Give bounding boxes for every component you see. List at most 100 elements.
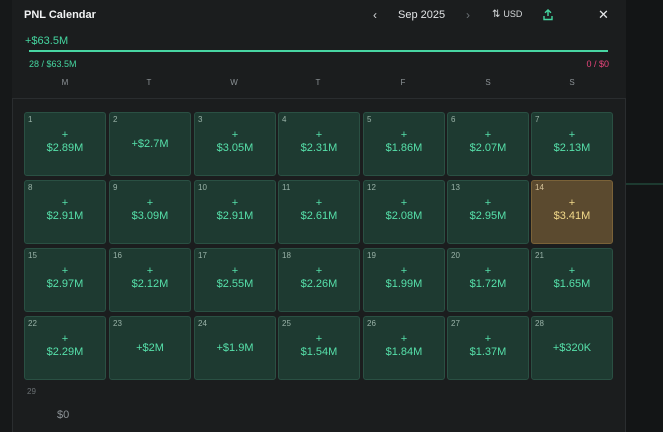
- day-cell[interactable]: 22 + $2.29M: [24, 316, 106, 380]
- day-cell[interactable]: 9 + $3.09M: [109, 180, 191, 244]
- weekday-header: M T W T F S S: [12, 78, 626, 96]
- day-cell[interactable]: 24 +$1.9M: [194, 316, 276, 380]
- pnl-amount: $1.99M: [385, 278, 423, 290]
- day-number: 13: [451, 183, 460, 192]
- day-number: 17: [198, 251, 207, 260]
- pnl-amount: $1.54M: [300, 346, 338, 358]
- day-cell[interactable]: 4 + $2.31M: [278, 112, 360, 176]
- pnl-amount: $1.72M: [469, 278, 507, 290]
- day-cell-empty[interactable]: 29 $0: [26, 386, 106, 426]
- day-pnl-value: + $2.89M: [25, 129, 105, 155]
- swap-arrows-icon: ⇅: [492, 9, 501, 20]
- day-number: 1: [28, 115, 33, 124]
- plus-sign: +: [484, 197, 492, 209]
- day-number: 29: [27, 387, 36, 396]
- plus-sign: +: [568, 265, 576, 277]
- day-pnl-value: + $3.05M: [195, 129, 275, 155]
- pnl-amount: $2.97M: [46, 278, 84, 290]
- day-cell[interactable]: 13 + $2.95M: [447, 180, 529, 244]
- day-cell[interactable]: 21 + $1.65M: [531, 248, 613, 312]
- pnl-amount: $2.08M: [385, 210, 423, 222]
- day-cell[interactable]: 7 + $2.13M: [531, 112, 613, 176]
- prev-month-button[interactable]: ‹: [373, 8, 377, 22]
- day-pnl-value: + $2.91M: [195, 197, 275, 223]
- pnl-amount: $1.84M: [385, 346, 423, 358]
- plus-sign: +: [146, 197, 154, 209]
- day-number: 18: [282, 251, 291, 260]
- day-cell[interactable]: 19 + $1.99M: [363, 248, 445, 312]
- total-pnl: +$63.5M: [25, 35, 69, 47]
- day-pnl-value: + $3.41M: [532, 197, 612, 223]
- day-cell[interactable]: 20 + $1.72M: [447, 248, 529, 312]
- plus-sign: +: [484, 265, 492, 277]
- day-cell[interactable]: 8 + $2.91M: [24, 180, 106, 244]
- pnl-amount: $2.13M: [553, 142, 591, 154]
- day-cell[interactable]: 27 + $1.37M: [447, 316, 529, 380]
- plus-sign: +: [61, 333, 69, 345]
- day-pnl-value: + $1.72M: [448, 265, 528, 291]
- plus-sign: +: [231, 129, 239, 141]
- day-cell[interactable]: 2 +$2.7M: [109, 112, 191, 176]
- day-number: 15: [28, 251, 37, 260]
- day-number: 12: [367, 183, 376, 192]
- day-cell[interactable]: 11 + $2.61M: [278, 180, 360, 244]
- day-number: 21: [535, 251, 544, 260]
- plus-sign: +: [315, 333, 323, 345]
- plus-sign: +: [315, 265, 323, 277]
- day-pnl-value: + $1.84M: [364, 333, 444, 359]
- pnl-amount: $1.65M: [553, 278, 591, 290]
- day-number: 16: [113, 251, 122, 260]
- plus-sign: +: [231, 265, 239, 277]
- day-cell[interactable]: 28 +$320K: [531, 316, 613, 380]
- day-pnl-value: +$2M: [110, 342, 190, 355]
- day-cell[interactable]: 1 + $2.89M: [24, 112, 106, 176]
- day-pnl-value: + $1.54M: [279, 333, 359, 359]
- day-cell[interactable]: 5 + $1.86M: [363, 112, 445, 176]
- day-cell[interactable]: 3 + $3.05M: [194, 112, 276, 176]
- day-pnl-value: + $2.08M: [364, 197, 444, 223]
- day-cell[interactable]: 16 + $2.12M: [109, 248, 191, 312]
- day-pnl-value: + $1.37M: [448, 333, 528, 359]
- pnl-amount: $3.05M: [216, 142, 254, 154]
- day-cell[interactable]: 10 + $2.91M: [194, 180, 276, 244]
- next-month-button[interactable]: ›: [466, 8, 470, 22]
- day-pnl-value: + $3.09M: [110, 197, 190, 223]
- profit-days-summary: 28 / $63.5M: [29, 59, 77, 69]
- day-pnl-value: + $2.91M: [25, 197, 105, 223]
- day-number: 11: [282, 183, 291, 192]
- weekday-label: S: [485, 78, 491, 87]
- plus-sign: +: [61, 197, 69, 209]
- header-divider: [12, 98, 626, 99]
- day-cell[interactable]: 12 + $2.08M: [363, 180, 445, 244]
- share-upload-icon[interactable]: [542, 9, 554, 21]
- day-cell[interactable]: 18 + $2.26M: [278, 248, 360, 312]
- close-icon[interactable]: ✕: [598, 7, 609, 23]
- pnl-amount: $2.55M: [216, 278, 254, 290]
- weekday-label: T: [315, 78, 321, 87]
- day-number: 5: [367, 115, 372, 124]
- day-pnl-value: + $2.95M: [448, 197, 528, 223]
- day-cell[interactable]: 6 + $2.07M: [447, 112, 529, 176]
- pnl-amount: $3.09M: [131, 210, 169, 222]
- day-cell[interactable]: 26 + $1.84M: [363, 316, 445, 380]
- weekday-label: T: [146, 78, 152, 87]
- day-cell[interactable]: 15 + $2.97M: [24, 248, 106, 312]
- currency-label: USD: [503, 9, 523, 19]
- day-cell[interactable]: 14 + $3.41M: [531, 180, 613, 244]
- panel-title: PNL Calendar: [24, 9, 96, 21]
- plus-sign: +: [400, 129, 408, 141]
- currency-toggle[interactable]: ⇅ USD: [492, 9, 522, 20]
- pnl-amount: +$320K: [552, 342, 592, 354]
- pnl-amount: $2.26M: [300, 278, 338, 290]
- day-cell[interactable]: 25 + $1.54M: [278, 316, 360, 380]
- day-pnl-value: + $2.12M: [110, 265, 190, 291]
- plus-sign: +: [484, 333, 492, 345]
- day-cell[interactable]: 23 +$2M: [109, 316, 191, 380]
- weekday-label: F: [400, 78, 406, 87]
- day-pnl-value: + $1.99M: [364, 265, 444, 291]
- day-number: 7: [535, 115, 540, 124]
- pnl-amount: $2.61M: [300, 210, 338, 222]
- day-number: 6: [451, 115, 456, 124]
- day-cell[interactable]: 17 + $2.55M: [194, 248, 276, 312]
- day-pnl-value: + $1.65M: [532, 265, 612, 291]
